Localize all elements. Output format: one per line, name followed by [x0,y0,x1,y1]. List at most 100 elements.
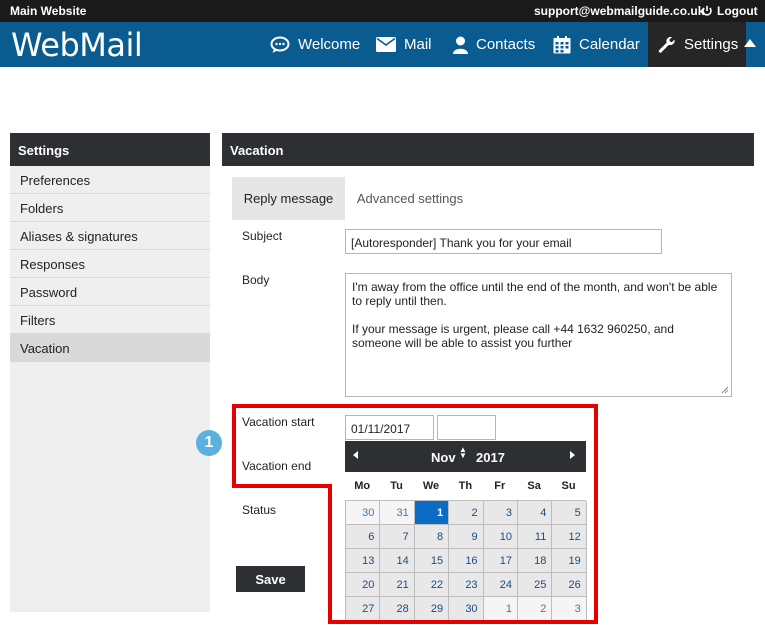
vacation-end-label: Vacation end [242,459,312,473]
weekday-label: Mo [354,480,371,492]
vacation-start-time-input[interactable] [437,415,496,440]
body-textarea[interactable]: I'm away from the office until the end o… [345,273,732,397]
calendar-day[interactable]: 9 [449,525,484,549]
year-label[interactable]: 2017 [476,450,505,465]
calendar-day[interactable]: 29 [414,597,450,621]
user-icon [453,36,468,54]
tab-advanced-settings[interactable]: Advanced settings [345,177,475,220]
calendar-day[interactable]: 24 [483,573,518,597]
calendar-day[interactable]: 15 [414,549,450,573]
nav-contacts[interactable]: Contacts [453,22,535,67]
calendar-day[interactable]: 5 [552,501,587,525]
calendar-day[interactable]: 13 [346,549,381,573]
body-paragraph: I'm away from the office until the end o… [352,280,718,308]
subject-input[interactable]: [Autoresponder] Thank you for your email [345,229,662,254]
calendar-day[interactable]: 18 [517,549,553,573]
calendar-day[interactable]: 30 [346,501,381,525]
tab-reply-message[interactable]: Reply message [232,177,345,220]
weekday-label: Su [561,480,576,492]
highlight-outline [232,484,332,488]
sidebar-item-vacation[interactable]: Vacation [10,334,210,362]
sidebar-item-folders[interactable]: Folders [10,194,210,222]
highlight-outline [232,404,598,408]
panel-title: Vacation [222,133,754,166]
calendar-day[interactable]: 7 [380,525,415,549]
calendar-day[interactable]: 12 [552,525,587,549]
logout-label: Logout [717,4,758,18]
highlight-outline [328,484,332,624]
calendar-day[interactable]: 2 [449,501,484,525]
calendar-day[interactable]: 16 [449,549,484,573]
calendar-day[interactable]: 20 [346,573,381,597]
weekday-label: Fr [494,480,506,492]
calendar-day[interactable]: 2 [517,597,553,621]
nav-contacts-label: Contacts [476,36,536,53]
calendar-day[interactable]: 19 [552,549,587,573]
vacation-start-date-input[interactable]: 01/11/2017 [345,415,434,440]
resize-grip-icon[interactable] [721,386,729,394]
sidebar-item-aliases[interactable]: Aliases & signatures [10,222,210,250]
highlight-outline [328,620,598,624]
weekday-label: Sa [527,480,541,492]
calendar-day[interactable]: 10 [483,525,518,549]
nav-calendar[interactable]: Calendar [553,22,640,67]
site-link[interactable]: Main Website [10,4,86,18]
calendar-icon [553,35,571,53]
day-grid: 30 31 1 2 3 4 5 6 7 8 9 10 11 12 13 14 15 16 17 18 19 20 21 22 2… [345,500,587,621]
calendar-day[interactable]: 14 [380,549,415,573]
nav-mail[interactable]: Mail [376,22,432,67]
weekday-header: Mo Tu We Th Fr Sa Su [345,472,586,500]
nav-welcome-label: Welcome [298,36,361,53]
nav-settings[interactable]: Settings [648,22,747,67]
calendar-day[interactable]: 17 [483,549,518,573]
nav-welcome[interactable]: Welcome [270,22,360,67]
sidebar-item-preferences[interactable]: Preferences [10,166,210,194]
nav-mail-label: Mail [404,36,432,53]
calendar-day[interactable]: 26 [552,573,587,597]
highlight-outline [594,404,598,624]
prev-month-icon[interactable] [353,451,358,459]
calendar-day[interactable]: 28 [380,597,415,621]
logout-link[interactable]: Logout [701,4,758,18]
date-picker-header: Nov ▲ ▼ 2017 [345,441,586,472]
calendar-day[interactable]: 1 [483,597,518,621]
weekday-label: Th [458,480,473,492]
calendar-day[interactable]: 8 [414,525,450,549]
highlight-outline [232,404,236,488]
caret-up-icon[interactable] [744,39,756,47]
envelope-icon [376,37,396,52]
calendar-day[interactable]: 1 [414,501,450,525]
vacation-start-label: Vacation start [242,415,315,429]
calendar-day[interactable]: 27 [346,597,381,621]
calendar-day[interactable]: 4 [517,501,553,525]
sidebar-item-responses[interactable]: Responses [10,250,210,278]
next-month-icon[interactable] [570,451,575,459]
nav-calendar-label: Calendar [579,36,640,53]
sidebar-item-filters[interactable]: Filters [10,306,210,334]
calendar-day[interactable]: 31 [380,501,415,525]
calendar-day[interactable]: 21 [380,573,415,597]
calendar-day[interactable]: 25 [517,573,553,597]
calendar-day[interactable]: 30 [449,597,484,621]
weekday-label: Tu [390,480,403,492]
body-label: Body [242,273,270,287]
wrench-icon [658,36,675,53]
webmail-logo[interactable]: WebMail [11,26,143,64]
power-icon [702,5,712,16]
app-header: WebMail Welcome Mail Contacts Calendar S… [0,22,765,67]
calendar-day[interactable]: 23 [449,573,484,597]
month-spinner-icon[interactable]: ▲ ▼ [459,446,467,460]
top-bar: Main Website support@webmailguide.co.uk … [0,0,765,22]
calendar-day[interactable]: 11 [517,525,553,549]
save-button[interactable]: Save [236,566,305,592]
calendar-day[interactable]: 6 [346,525,381,549]
account-email[interactable]: support@webmailguide.co.uk [534,4,704,18]
step-callout-badge: 1 [196,430,222,456]
month-select[interactable]: Nov [431,450,456,465]
calendar-day[interactable]: 3 [552,597,587,621]
date-picker: Nov ▲ ▼ 2017 Mo Tu We Th Fr Sa Su 30 31 1 2 3… [345,441,587,621]
calendar-day[interactable]: 22 [414,573,450,597]
sidebar-title: Settings [10,133,210,166]
sidebar-item-password[interactable]: Password [10,278,210,306]
calendar-day[interactable]: 3 [483,501,518,525]
